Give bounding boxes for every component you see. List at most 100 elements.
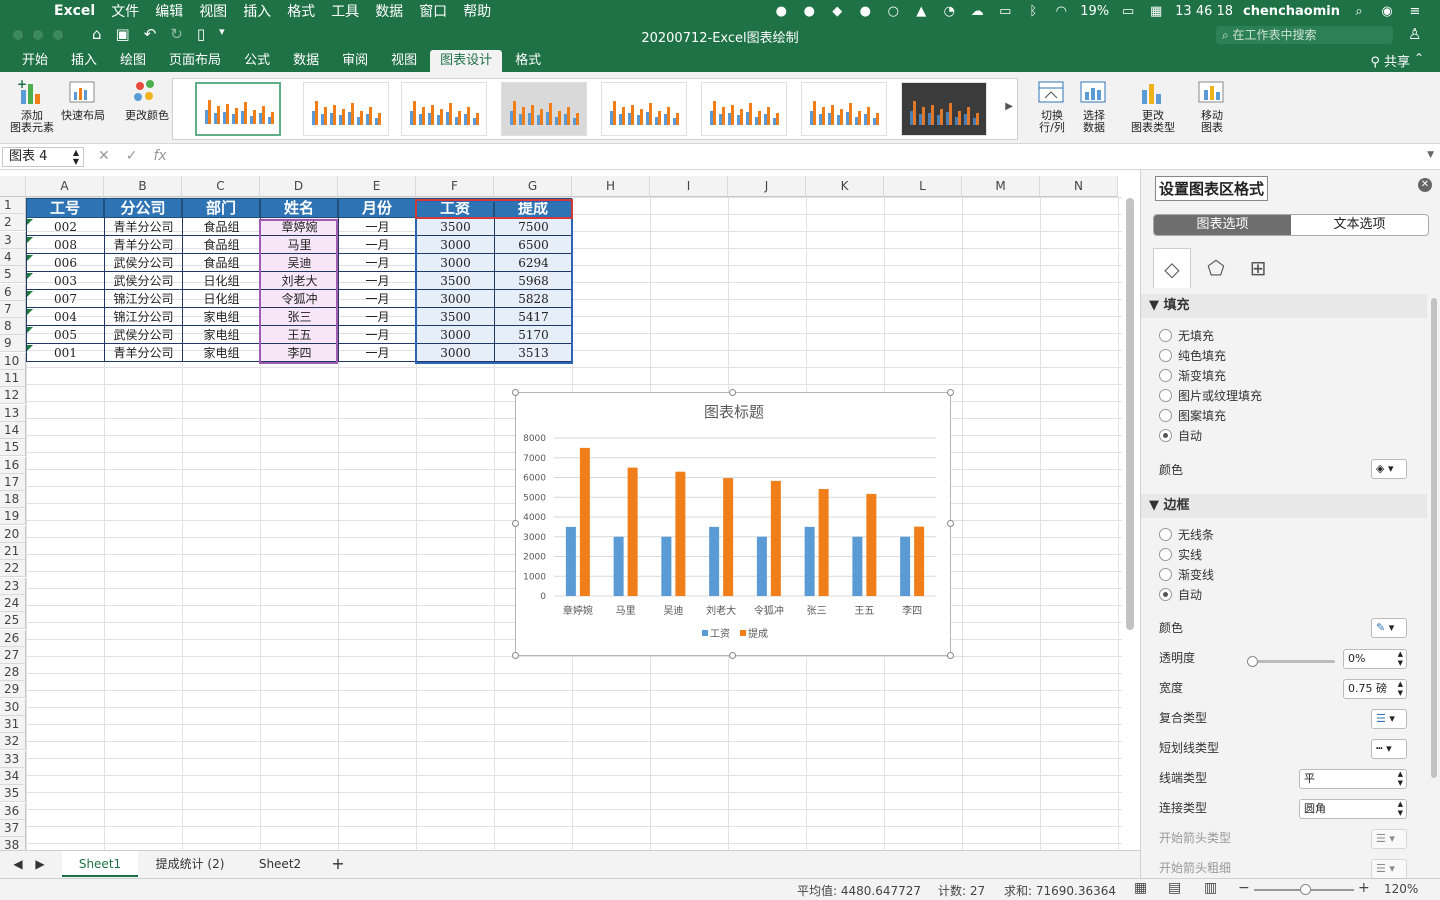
transparency-slider-thumb[interactable] xyxy=(1247,656,1258,667)
table-cell[interactable]: 青羊分公司 xyxy=(104,236,182,254)
table-cell[interactable]: 食品组 xyxy=(182,218,260,236)
row-header-32[interactable]: 32 xyxy=(0,733,26,751)
column-header-C[interactable]: C xyxy=(182,176,260,197)
bluetooth-icon[interactable]: ᛒ xyxy=(1024,4,1042,19)
table-cell[interactable]: 一月 xyxy=(338,308,416,326)
table-cell[interactable]: 令狐冲 xyxy=(260,290,338,308)
tab-4[interactable]: 公式 xyxy=(234,50,280,72)
transparency-input[interactable]: 0% ▲ ▼ xyxy=(1343,649,1407,669)
row-header-9[interactable]: 9 xyxy=(0,335,26,353)
page-layout-view-icon[interactable]: ▤ xyxy=(1168,880,1181,896)
table-cell[interactable]: 005 xyxy=(26,326,104,344)
table-cell[interactable]: 3500 xyxy=(416,272,494,290)
column-header-M[interactable]: M xyxy=(962,176,1040,197)
prev-sheet-icon[interactable]: ◀ xyxy=(10,851,26,877)
formula-input[interactable] xyxy=(184,147,1422,167)
table-cell[interactable]: 武侯分公司 xyxy=(104,254,182,272)
row-header-26[interactable]: 26 xyxy=(0,629,26,647)
radio-button[interactable] xyxy=(1159,588,1172,601)
table-cell[interactable]: 3000 xyxy=(416,326,494,344)
compound-type-picker[interactable]: ☰ ▾ xyxy=(1371,709,1407,729)
table-cell[interactable]: 3500 xyxy=(416,308,494,326)
chart-resize-handle[interactable] xyxy=(729,652,736,659)
table-cell[interactable]: 008 xyxy=(26,236,104,254)
bar-commission[interactable] xyxy=(818,489,829,596)
transparency-slider[interactable] xyxy=(1247,656,1335,667)
border-option-2[interactable]: 渐变线 xyxy=(1159,567,1214,583)
table-cell[interactable]: 6500 xyxy=(494,236,572,254)
bar-salary[interactable] xyxy=(565,526,576,596)
bar-commission[interactable] xyxy=(675,471,686,596)
zoom-level[interactable]: 120% xyxy=(1384,882,1418,896)
clock[interactable]: 13 46 18 xyxy=(1175,4,1233,19)
quick-layout-button[interactable]: 快速布局 xyxy=(60,78,106,122)
table-cell[interactable]: 锦江分公司 xyxy=(104,290,182,308)
size-properties-icon[interactable]: ⊞ xyxy=(1239,248,1277,288)
bar-salary[interactable] xyxy=(900,536,911,596)
table-cell[interactable]: 6294 xyxy=(494,254,572,272)
row-header-3[interactable]: 3 xyxy=(0,231,26,249)
row-header-15[interactable]: 15 xyxy=(0,439,26,457)
radio-button[interactable] xyxy=(1159,349,1172,362)
join-type-select[interactable]: 圆角 ▲ ▼ xyxy=(1299,799,1407,819)
cap-type-select[interactable]: 平 ▲ ▼ xyxy=(1299,769,1407,789)
select-all-corner[interactable] xyxy=(0,176,26,197)
bar-commission[interactable] xyxy=(770,480,781,596)
menu-view[interactable]: 视图 xyxy=(199,1,227,21)
page-break-view-icon[interactable]: ▥ xyxy=(1204,880,1217,896)
row-header-11[interactable]: 11 xyxy=(0,370,26,387)
header-cell[interactable]: 提成 xyxy=(494,198,572,218)
legend-label[interactable]: 提成 xyxy=(748,628,768,640)
table-cell[interactable]: 3000 xyxy=(416,254,494,272)
table-cell[interactable]: 5828 xyxy=(494,290,572,308)
switch-row-column-button[interactable]: 切换 行/列 xyxy=(1034,78,1070,134)
vertical-scrollbar[interactable] xyxy=(1126,198,1134,630)
header-cell[interactable]: 姓名 xyxy=(260,198,338,218)
battery-icon[interactable]: ▭ xyxy=(1119,4,1137,19)
row-header-23[interactable]: 23 xyxy=(0,577,26,595)
status-app-icon-3[interactable]: ● xyxy=(856,4,874,19)
chart-title[interactable]: 图表标题 xyxy=(704,403,764,421)
cancel-icon[interactable]: ✕ xyxy=(98,148,110,164)
status-app-icon-2[interactable]: ◆ xyxy=(828,4,846,19)
collapse-ribbon-icon[interactable]: ⌃ xyxy=(1414,51,1424,65)
zoom-out-icon[interactable]: − xyxy=(1238,880,1250,896)
header-cell[interactable]: 部门 xyxy=(182,198,260,218)
width-stepper-icon[interactable]: ▲ ▼ xyxy=(1398,680,1403,698)
zoom-slider-thumb[interactable] xyxy=(1300,884,1311,895)
table-cell[interactable]: 一月 xyxy=(338,272,416,290)
row-header-13[interactable]: 13 xyxy=(0,404,26,422)
fill-option-0[interactable]: 无填充 xyxy=(1159,328,1214,344)
chart-resize-handle[interactable] xyxy=(947,520,954,527)
row-header-22[interactable]: 22 xyxy=(0,560,26,578)
column-header-L[interactable]: L xyxy=(884,176,962,197)
table-cell[interactable]: 武侯分公司 xyxy=(104,272,182,290)
fill-option-5[interactable]: 自动 xyxy=(1159,428,1202,444)
status-app-icon-4[interactable]: ○ xyxy=(884,4,902,19)
gallery-more-icon[interactable]: ▶ xyxy=(1005,101,1013,112)
table-cell[interactable]: 3500 xyxy=(416,218,494,236)
sheet-tab-3[interactable]: Sheet2 xyxy=(240,851,320,877)
chart-style-4[interactable] xyxy=(501,82,587,136)
menu-data[interactable]: 数据 xyxy=(375,1,403,21)
wechat-icon[interactable]: ● xyxy=(800,4,818,19)
dash-type-picker[interactable]: ┅ ▾ xyxy=(1371,739,1407,759)
border-option-1[interactable]: 实线 xyxy=(1159,547,1202,563)
chart-object[interactable]: 图表标题 0 1000 2000 3000 4000 5000 6000 7000 8000 章婷婉… xyxy=(515,392,951,656)
table-cell[interactable]: 家电组 xyxy=(182,326,260,344)
close-pane-icon[interactable]: ✕ xyxy=(1418,178,1432,192)
column-header-N[interactable]: N xyxy=(1040,176,1118,197)
row-header-29[interactable]: 29 xyxy=(0,681,26,699)
bar-commission[interactable] xyxy=(627,467,638,596)
table-cell[interactable]: 王五 xyxy=(260,326,338,344)
tab-7[interactable]: 视图 xyxy=(381,50,427,72)
menu-insert[interactable]: 插入 xyxy=(243,1,271,21)
chart-style-7[interactable] xyxy=(801,82,887,136)
worksheet[interactable]: 图表标题 0 1000 2000 3000 4000 5000 6000 7000 8000 章婷婉… xyxy=(0,176,1140,850)
row-header-6[interactable]: 6 xyxy=(0,283,26,301)
row-header-30[interactable]: 30 xyxy=(0,698,26,716)
radio-button[interactable] xyxy=(1159,409,1172,422)
row-header-17[interactable]: 17 xyxy=(0,473,26,491)
row-header-8[interactable]: 8 xyxy=(0,318,26,336)
expand-formula-icon[interactable]: ▼ xyxy=(1427,150,1434,160)
